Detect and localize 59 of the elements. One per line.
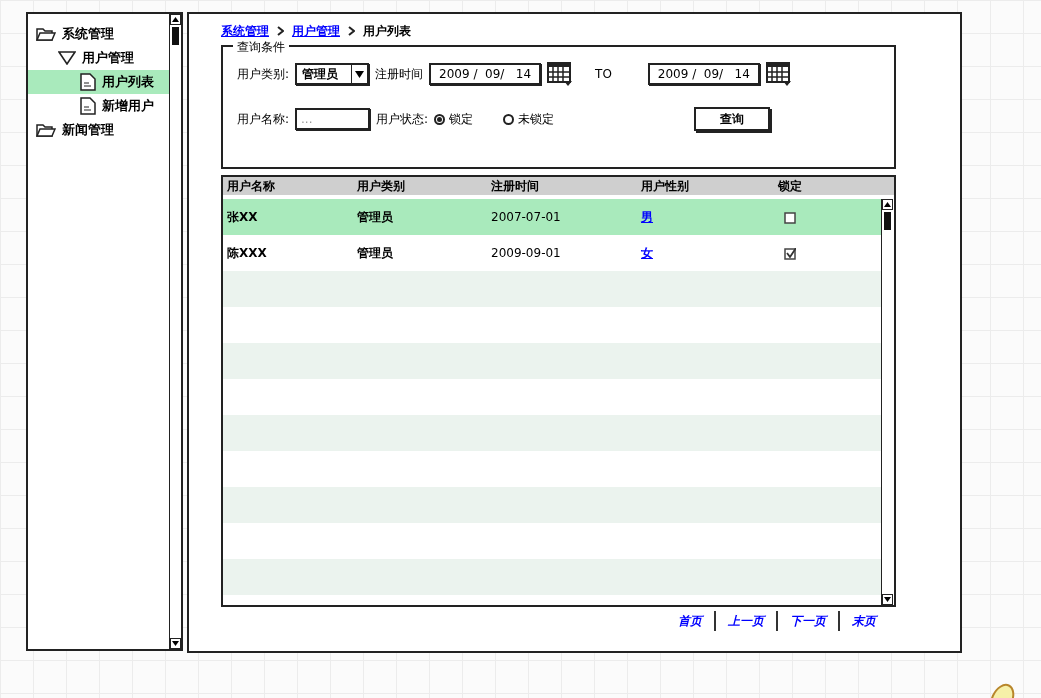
pagination-link[interactable]: 首页 xyxy=(666,611,714,631)
checkbox[interactable] xyxy=(784,211,796,224)
tree-item[interactable]: 新闻管理 xyxy=(28,118,169,142)
pagination-link[interactable]: 上一页 xyxy=(714,611,776,631)
gender-link[interactable]: 男 xyxy=(641,210,653,224)
document-icon xyxy=(80,73,96,91)
caret-icon xyxy=(355,70,365,78)
triangle-icon xyxy=(58,51,76,65)
column-header: 用户性别 xyxy=(641,178,690,195)
breadcrumb-link[interactable]: 用户管理 xyxy=(292,22,340,40)
field-label: 用户类别: xyxy=(237,66,290,83)
table-row[interactable]: 陈XXX 管理员 2009-09-01 女 xyxy=(223,235,881,271)
down-arrow-icon[interactable] xyxy=(172,641,179,646)
radio-option[interactable]: 未锁定 xyxy=(503,110,555,128)
column-header: 用户类别 xyxy=(357,178,406,195)
pagination-link[interactable]: 末页 xyxy=(838,611,888,631)
radio-option[interactable]: 锁定 xyxy=(434,110,474,128)
column-header: 用户名称 xyxy=(226,178,276,195)
field-label: 用户状态: xyxy=(376,111,429,128)
tree-item[interactable]: 新增用户 xyxy=(28,94,169,118)
up-arrow-icon[interactable] xyxy=(172,17,179,22)
breadcrumb-current: 用户列表 xyxy=(363,23,411,40)
chevron-icon xyxy=(348,26,355,36)
calendar-icon[interactable] xyxy=(765,61,792,87)
chevron-icon xyxy=(277,26,284,36)
field-label: 用户名称: xyxy=(237,111,290,128)
scrollbar-thumb[interactable] xyxy=(884,212,891,230)
field-label: TO xyxy=(595,66,612,83)
pagination-link[interactable]: 下一页 xyxy=(776,611,838,631)
checkbox[interactable] xyxy=(784,247,796,260)
table-row[interactable]: 张XX 管理员 2007-07-01 男 xyxy=(223,199,881,235)
table-cell: 陈XXX xyxy=(227,246,267,260)
breadcrumb-link[interactable]: 系统管理 xyxy=(221,22,269,40)
document-icon xyxy=(80,97,96,115)
panel-title: 查询条件 xyxy=(233,38,289,56)
folder-icon xyxy=(36,26,56,42)
table-cell: 张XX xyxy=(227,210,258,224)
gender-link[interactable]: 女 xyxy=(641,246,653,260)
column-header: 注册时间 xyxy=(491,178,540,195)
tree-item[interactable]: 系统管理 xyxy=(28,22,169,46)
column-header: 锁定 xyxy=(777,178,803,195)
table-cell: 2007-07-01 xyxy=(491,210,561,224)
tree-item[interactable]: 用户管理 xyxy=(28,46,169,70)
scrollbar-thumb[interactable] xyxy=(172,27,179,45)
tree-item[interactable]: 用户列表 xyxy=(28,70,169,94)
calendar-icon[interactable] xyxy=(547,61,574,87)
up-arrow-icon[interactable] xyxy=(884,202,891,207)
down-arrow-icon[interactable] xyxy=(884,597,891,602)
table-cell: 2009-09-01 xyxy=(491,246,561,260)
date-field[interactable]: 2009 / 09/ 14 xyxy=(647,63,760,85)
scrollbar[interactable] xyxy=(169,14,181,649)
table-cell: 管理员 xyxy=(357,210,393,224)
field-label: 注册时间 xyxy=(375,66,424,83)
query-button[interactable]: 查询 xyxy=(694,107,771,131)
type-dropdown[interactable]: 管理员 xyxy=(295,63,370,85)
date-field[interactable]: 2009 / 09/ 14 xyxy=(429,63,542,85)
folder-icon xyxy=(36,122,56,138)
table-cell: 管理员 xyxy=(357,246,393,260)
scrollbar[interactable] xyxy=(881,199,893,605)
